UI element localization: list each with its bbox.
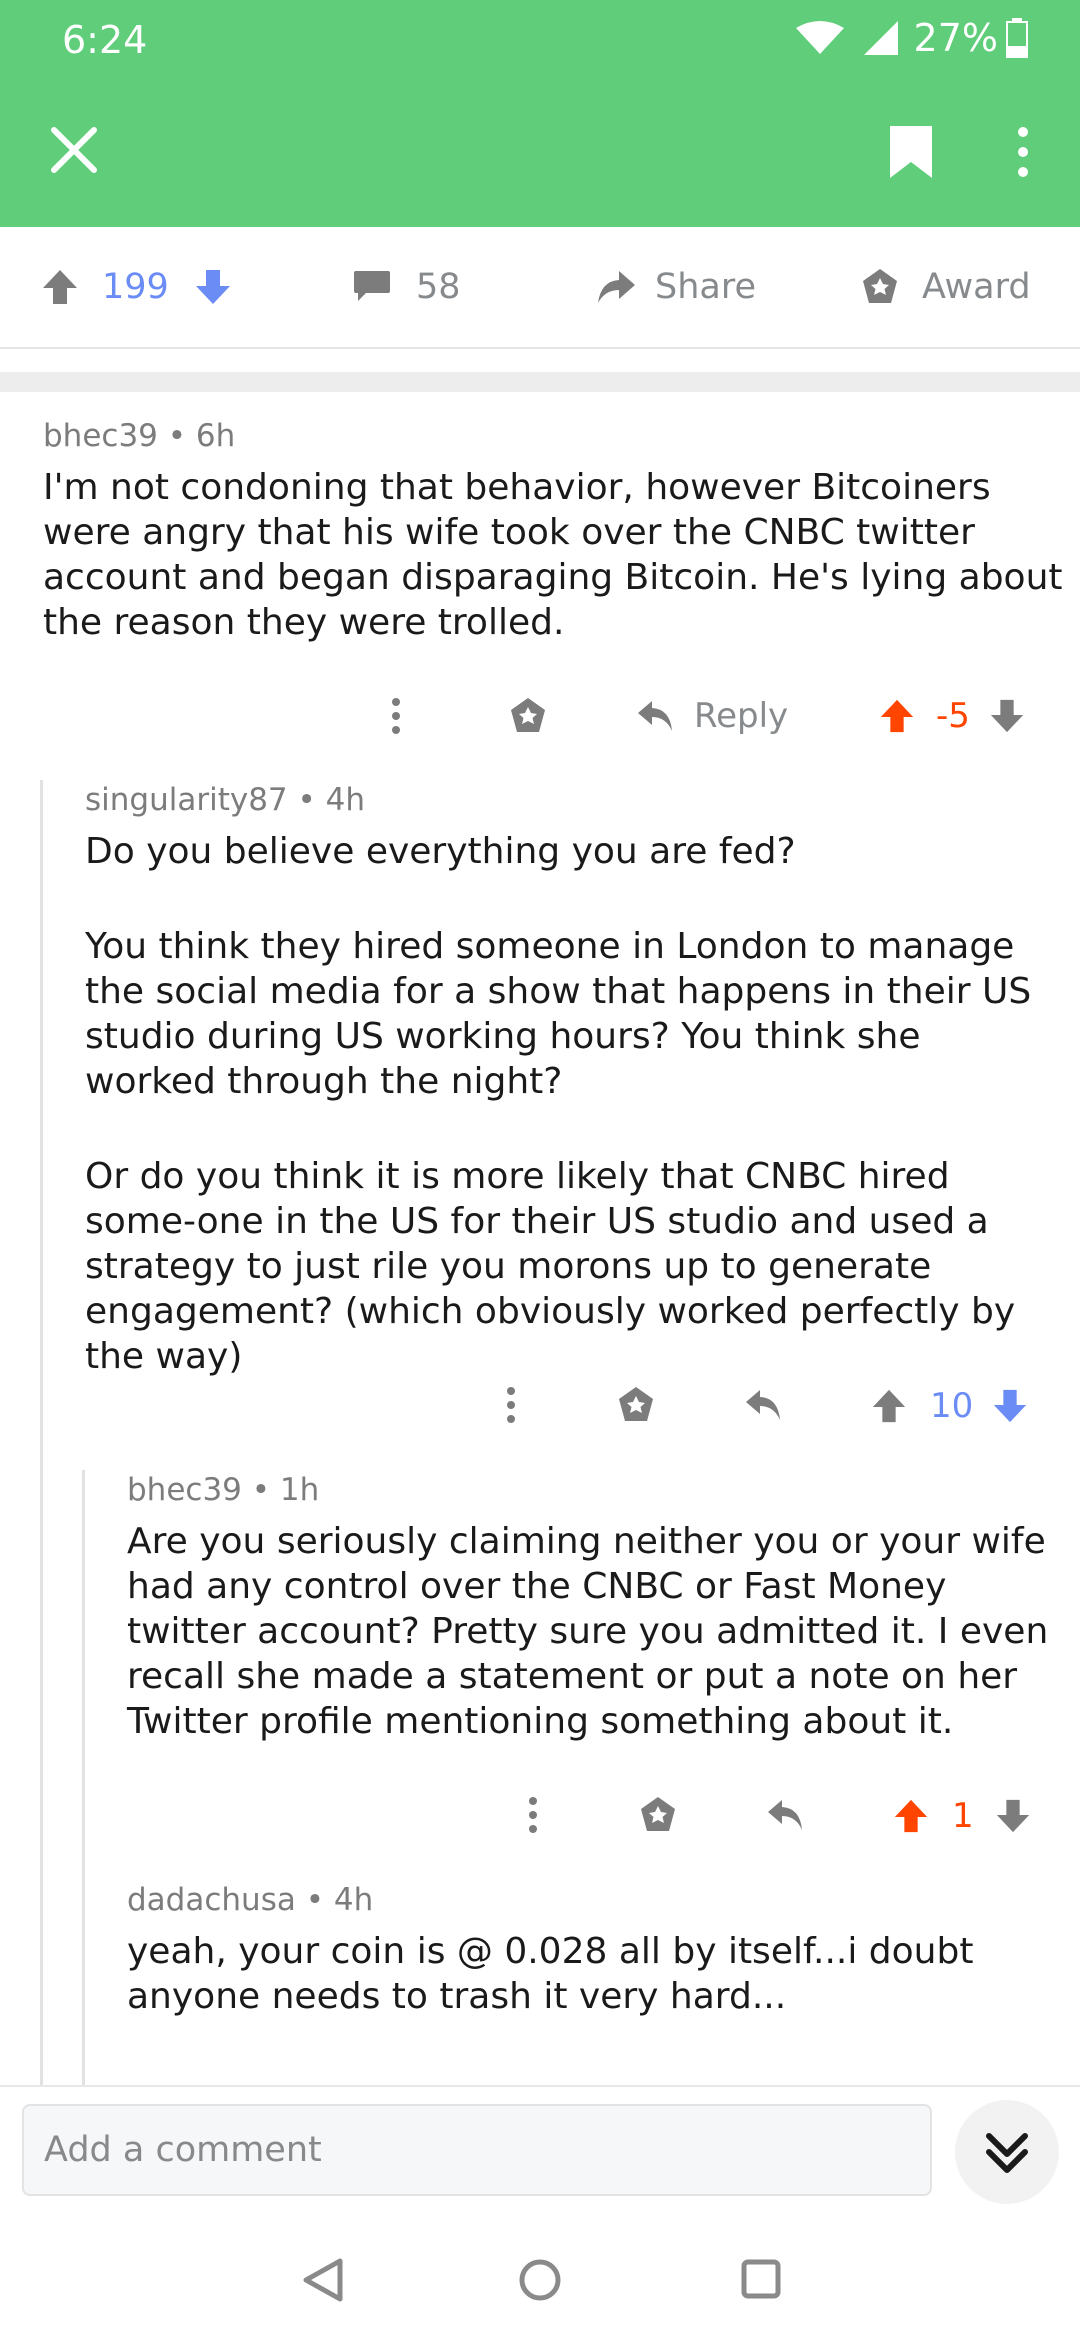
system-navigation-bar: [0, 2225, 1080, 2340]
comment-author[interactable]: bhec39: [43, 418, 158, 454]
comment-score: 10: [930, 1386, 974, 1426]
jump-to-next-comment-button[interactable]: [955, 2100, 1059, 2204]
comment-more-button[interactable]: [527, 1795, 539, 1835]
battery-percent: 27%: [913, 16, 998, 60]
comment-score: -5: [936, 696, 970, 736]
bookmark-icon: [890, 126, 932, 178]
comment-author[interactable]: bhec39: [127, 1472, 242, 1508]
upvote-icon[interactable]: [878, 697, 916, 735]
comments-button[interactable]: 58: [352, 227, 461, 347]
comment-bubble-icon: [354, 271, 390, 301]
comment-body: yeah, your coin is @ 0.028 all by itself…: [127, 1929, 1007, 2019]
downvote-icon[interactable]: [193, 267, 233, 307]
comment-more-button[interactable]: [505, 1385, 517, 1425]
comment-meta[interactable]: bhec39 • 6h: [43, 418, 235, 454]
post-score: 199: [102, 267, 169, 307]
upvote-icon[interactable]: [892, 1797, 930, 1835]
home-nav-icon[interactable]: [518, 2258, 562, 2302]
back-nav-icon[interactable]: [300, 2257, 344, 2303]
comment-paragraph: Do you believe everything you are fed?: [85, 831, 796, 872]
award-icon: [511, 698, 545, 732]
status-icons: 27%: [794, 16, 1028, 60]
comment-more-button[interactable]: [390, 690, 402, 742]
comment-award-button[interactable]: [616, 1385, 656, 1425]
comment-paragraph: Or do you think it is more likely that C…: [85, 1156, 1016, 1377]
save-button[interactable]: [888, 124, 934, 180]
chevrons-down-icon: [986, 2133, 1028, 2173]
comment-age: 1h: [279, 1472, 320, 1508]
thread-line[interactable]: [82, 1470, 85, 2085]
meta-separator: •: [297, 782, 316, 818]
comment-count: 58: [416, 267, 461, 307]
share-button[interactable]: Share: [595, 227, 756, 347]
share-arrow-icon: [598, 271, 635, 303]
more-vertical-icon: [507, 1387, 515, 1423]
award-icon: [641, 1797, 675, 1831]
section-divider: [0, 372, 1080, 392]
comment-paragraph: yeah, your coin is @ 0.028 all by itself…: [127, 1931, 974, 2017]
upvote-icon[interactable]: [40, 267, 80, 307]
comment-author[interactable]: singularity87: [85, 782, 288, 818]
comment-body: Are you seriously claiming neither you o…: [127, 1519, 1072, 1744]
post-vote-controls: 199: [40, 227, 233, 347]
comment-meta[interactable]: bhec39 • 1h: [127, 1472, 319, 1508]
add-comment-input[interactable]: Add a comment: [22, 2104, 932, 2196]
post-action-bar: 199 58 Share Award: [0, 227, 1080, 349]
more-vertical-icon: [1018, 127, 1028, 177]
reply-arrow-icon: [746, 1390, 780, 1420]
reply-button[interactable]: [744, 1388, 782, 1422]
comment-meta[interactable]: singularity87 • 4h: [85, 782, 365, 818]
comment-paragraph: I'm not condoning that behavior, however…: [43, 467, 1063, 643]
comment-body: I'm not condoning that behavior, however…: [43, 465, 1063, 645]
comment-age: 4h: [333, 1882, 374, 1918]
close-button[interactable]: [48, 124, 100, 176]
downvote-icon[interactable]: [988, 697, 1026, 735]
recents-nav-icon[interactable]: [740, 2258, 782, 2300]
award-button[interactable]: Award: [860, 227, 1031, 347]
comment-vote-controls: 1: [892, 1792, 1032, 1840]
comment-age: 4h: [325, 782, 366, 818]
meta-separator: •: [167, 418, 187, 454]
comment-vote-controls: 10: [870, 1382, 1029, 1430]
comment-age: 6h: [195, 418, 236, 454]
wifi-icon: [795, 21, 844, 54]
reply-button[interactable]: Reply: [636, 692, 788, 740]
comment-meta[interactable]: dadachusa • 4h: [127, 1882, 373, 1918]
add-comment-placeholder: Add a comment: [44, 2130, 322, 2170]
status-time: 6:24: [62, 18, 148, 62]
award-icon: [863, 269, 897, 303]
comment-author[interactable]: dadachusa: [127, 1882, 296, 1918]
more-vertical-icon: [392, 698, 400, 734]
reply-button[interactable]: [766, 1798, 804, 1832]
downvote-icon[interactable]: [991, 1387, 1029, 1425]
comment-award-button[interactable]: [508, 696, 548, 736]
battery-icon: [1006, 18, 1028, 58]
reply-arrow-icon: [768, 1800, 802, 1830]
more-vertical-icon: [529, 1797, 537, 1833]
comment-body: Do you believe everything you are fed? Y…: [85, 829, 1060, 1379]
meta-separator: •: [251, 1472, 271, 1508]
comment-paragraph: Are you seriously claiming neither you o…: [127, 1521, 1049, 1742]
more-options-button[interactable]: [1010, 124, 1036, 180]
downvote-icon[interactable]: [994, 1797, 1032, 1835]
thread-line[interactable]: [40, 780, 43, 2085]
comment-score: 1: [952, 1796, 974, 1836]
comment-vote-controls: -5: [878, 692, 1026, 740]
reply-label: Reply: [694, 696, 789, 736]
reply-arrow-icon: [638, 701, 672, 731]
comment-award-button[interactable]: [638, 1795, 678, 1835]
award-icon: [619, 1387, 653, 1421]
share-label: Share: [655, 267, 757, 307]
award-label: Award: [922, 267, 1031, 307]
signal-icon: [863, 21, 898, 55]
comment-paragraph: You think they hired someone in London t…: [85, 926, 1032, 1102]
meta-separator: •: [305, 1882, 324, 1918]
close-icon: [51, 127, 97, 173]
upvote-icon[interactable]: [870, 1387, 908, 1425]
